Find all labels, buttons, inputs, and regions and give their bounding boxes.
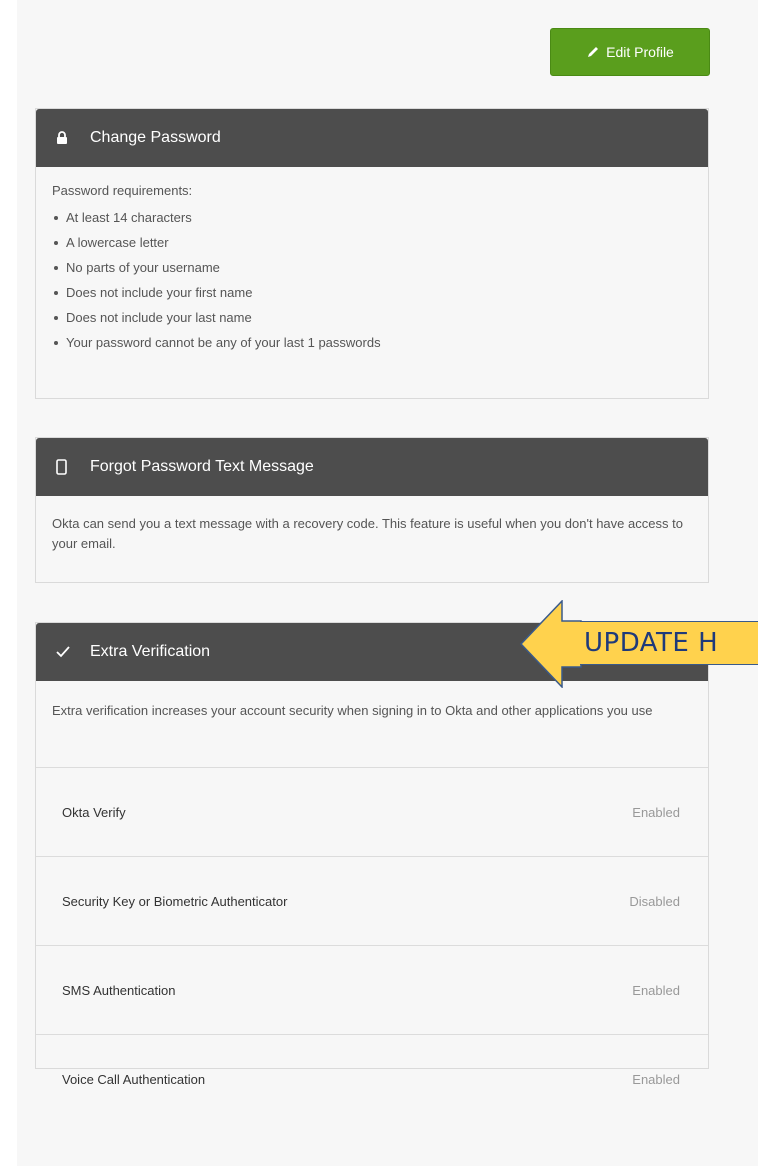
forgot-password-sms-description: Okta can send you a text message with a …: [52, 516, 683, 551]
factor-status: Enabled: [632, 1071, 680, 1087]
factor-name: Security Key or Biometric Authenticator: [62, 893, 288, 909]
mobile-phone-icon: [56, 459, 78, 475]
callout-arrow-icon: [520, 600, 582, 688]
forgot-password-sms-header: Forgot Password Text Message: [36, 438, 708, 496]
factor-row-security-key[interactable]: Security Key or Biometric Authenticator …: [36, 856, 708, 945]
requirement-item: A lowercase letter: [52, 230, 692, 255]
factor-row-voice-call[interactable]: Voice Call Authentication Enabled: [36, 1034, 708, 1123]
pencil-icon: [588, 47, 599, 57]
edit-profile-button[interactable]: Edit Profile: [550, 28, 710, 76]
change-password-header: Change Password: [36, 109, 708, 167]
factor-name: Voice Call Authentication: [62, 1071, 206, 1087]
forgot-password-sms-section: Forgot Password Text Message Okta can se…: [35, 437, 709, 583]
forgot-password-sms-title: Forgot Password Text Message: [90, 458, 314, 475]
factor-status: Enabled: [632, 982, 680, 998]
lock-icon: [56, 131, 78, 145]
factor-name: SMS Authentication: [62, 982, 176, 998]
requirement-item: Does not include your last name: [52, 305, 692, 330]
requirement-item: Your password cannot be any of your last…: [52, 330, 692, 355]
callout-text: UPDATE H: [580, 621, 758, 665]
edit-profile-label: Edit Profile: [606, 44, 674, 60]
extra-verification-title: Extra Verification: [90, 643, 211, 660]
checkmark-icon: [56, 646, 78, 658]
change-password-body: Password requirements: At least 14 chara…: [36, 167, 708, 369]
change-password-title: Change Password: [90, 129, 221, 146]
requirement-item: At least 14 characters: [52, 205, 692, 230]
factor-row-sms[interactable]: SMS Authentication Enabled: [36, 945, 708, 1034]
requirement-item: No parts of your username: [52, 255, 692, 280]
password-requirements-list: At least 14 characters A lowercase lette…: [52, 205, 692, 355]
extra-verification-body: Extra verification increases your accoun…: [36, 681, 708, 767]
extra-verification-section: Extra Verification Extra verification in…: [35, 622, 709, 1087]
change-password-section: Change Password Password requirements: A…: [35, 108, 709, 399]
requirement-item: Does not include your first name: [52, 280, 692, 305]
factor-status: Enabled: [632, 804, 680, 820]
factor-row-okta-verify[interactable]: Okta Verify Enabled: [36, 767, 708, 856]
password-requirements-intro: Password requirements:: [52, 183, 193, 198]
factor-status: Disabled: [629, 893, 680, 909]
forgot-password-sms-body: Okta can send you a text message with a …: [36, 496, 708, 568]
extra-verification-description: Extra verification increases your accoun…: [52, 703, 653, 718]
update-here-callout: UPDATE H: [520, 600, 758, 688]
factor-name: Okta Verify: [62, 804, 126, 820]
